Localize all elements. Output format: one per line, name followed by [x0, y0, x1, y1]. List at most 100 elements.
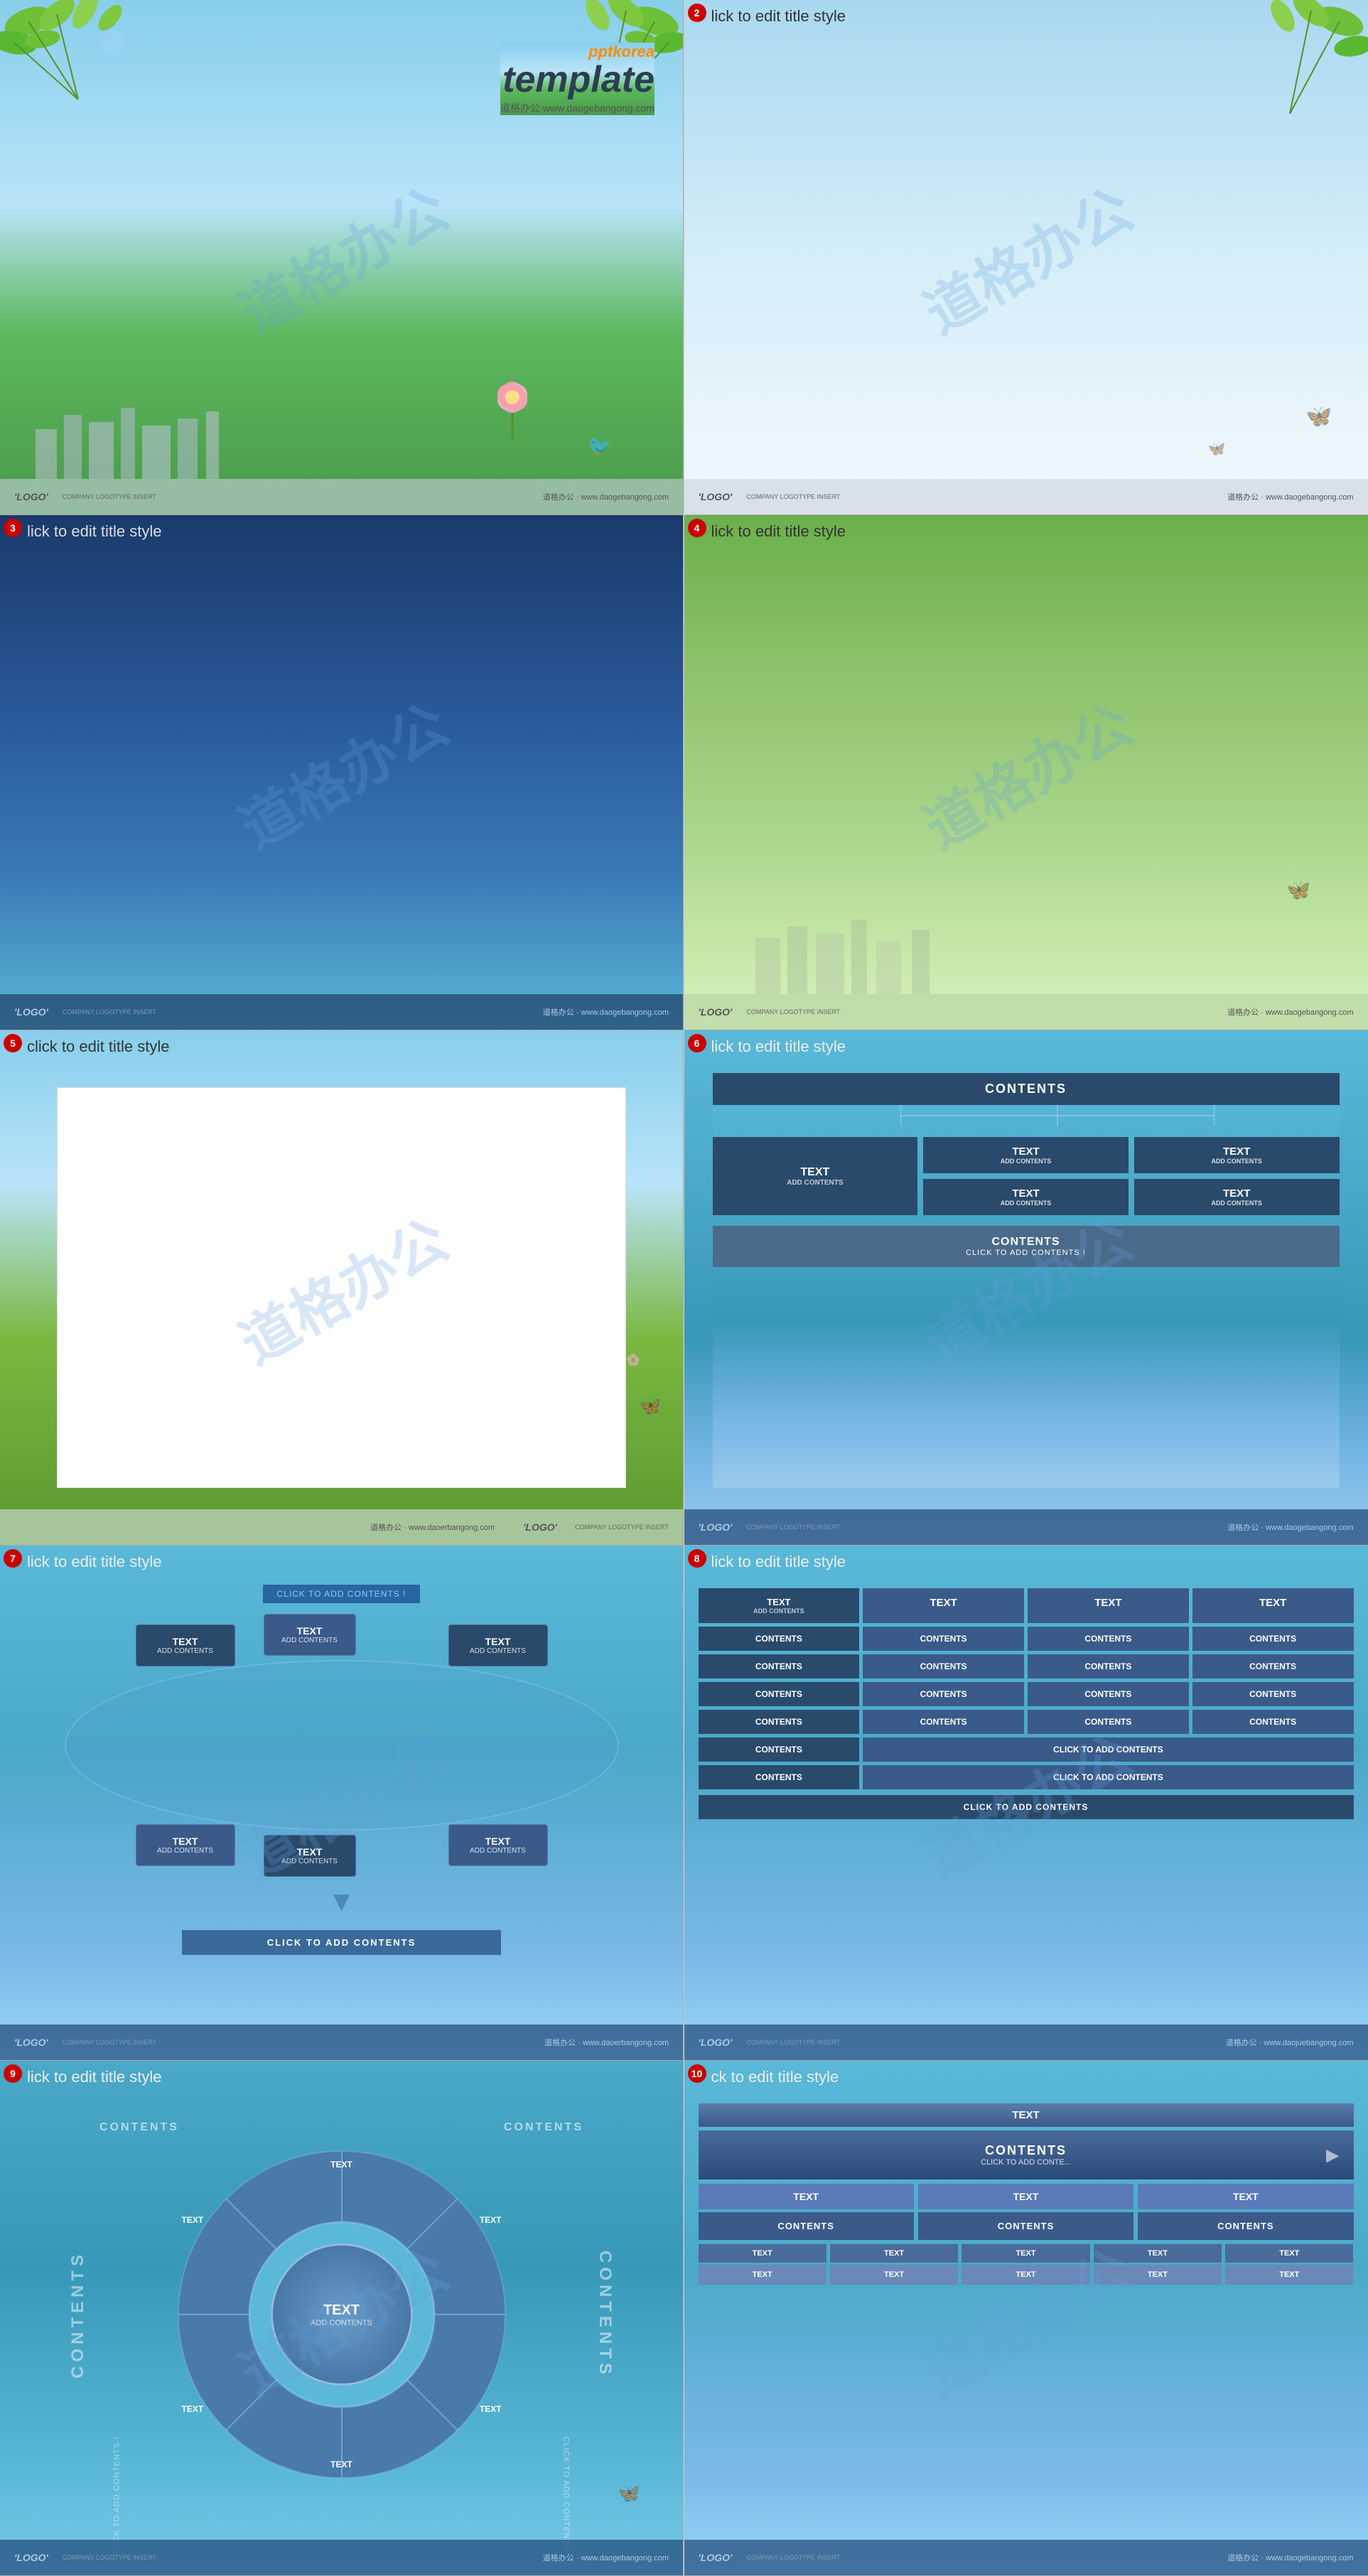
- tr4-c2[interactable]: CONTENTS: [863, 1710, 1024, 1734]
- sc-4-label[interactable]: TEXT: [1094, 2244, 1222, 2263]
- click-to-add-left: CLICK TO ADD CONTENTS !: [112, 2437, 121, 2557]
- logo-8: 'LOGO': [699, 2037, 733, 2048]
- bird-decoration: 🐦: [587, 434, 612, 458]
- logo-5: 'LOGO': [523, 1521, 557, 1533]
- col-a-label[interactable]: TEXT: [699, 2184, 914, 2209]
- slide-9: 9 lick to edit title style CONTENTS CONT…: [0, 2061, 684, 2576]
- sc-2-content[interactable]: TEXT: [830, 2265, 958, 2285]
- seg-br[interactable]: TEXT ADD CONTENTS: [448, 1824, 548, 1866]
- tr3-c2[interactable]: CONTENTS: [863, 1682, 1024, 1706]
- tr4-c4[interactable]: CONTENTS: [1192, 1710, 1354, 1734]
- tr2-c1[interactable]: CONTENTS: [699, 1654, 860, 1678]
- tr1-c1[interactable]: CONTENTS: [699, 1627, 860, 1651]
- slide-title-10[interactable]: ck to edit title style: [711, 2068, 839, 2086]
- logo-sub-7: COMPANY LOGOTYPE INSERT: [63, 2039, 156, 2046]
- sc-5-label[interactable]: TEXT: [1225, 2244, 1353, 2263]
- footer-label: CONTENTS: [723, 1236, 1330, 1249]
- sc-5-content[interactable]: TEXT: [1225, 2265, 1353, 2285]
- tr1-c4[interactable]: CONTENTS: [1192, 1627, 1354, 1651]
- th-3[interactable]: TEXT: [1028, 1588, 1189, 1623]
- th-1[interactable]: TEXT ADD CONTENTS: [699, 1588, 860, 1623]
- seg-tc[interactable]: TEXT ADD CONTENTS: [264, 1614, 356, 1656]
- slide-title-4[interactable]: lick to edit title style: [711, 522, 846, 541]
- top-banner[interactable]: TEXT: [699, 2103, 1354, 2127]
- sc-3-content[interactable]: TEXT: [962, 2265, 1089, 2285]
- col-b: TEXT CONTENTS: [918, 2184, 1133, 2240]
- city-silhouette: [0, 387, 683, 479]
- cell-1[interactable]: TEXT ADD CONTENTS: [713, 1137, 918, 1215]
- title-text-10: ck to edit title style: [711, 2068, 839, 2086]
- tr4-c1[interactable]: CONTENTS: [699, 1710, 860, 1734]
- tr5-rest[interactable]: CLICK TO ADD CONTENTS: [863, 1737, 1353, 1762]
- cell-3[interactable]: TEXT ADD CONTENTS: [923, 1179, 1129, 1215]
- slide-title-9[interactable]: lick to edit title style: [27, 2068, 162, 2086]
- watermark-text-3: 道格办公: [222, 680, 461, 865]
- butterfly-2b: 🦋: [1208, 440, 1226, 458]
- template-text: template: [500, 61, 655, 98]
- cell-5[interactable]: TEXT ADD CONTENTS: [1134, 1179, 1340, 1215]
- logo-7: 'LOGO': [14, 2037, 48, 2048]
- butterfly-9: 🦋: [618, 2482, 640, 2504]
- col-c-content[interactable]: CONTENTS: [1138, 2212, 1353, 2240]
- tr2-c3[interactable]: CONTENTS: [1028, 1654, 1189, 1678]
- slide-title-5[interactable]: click to edit title style: [27, 1038, 170, 1056]
- num-badge-4: 4: [688, 519, 706, 537]
- tr1-c3[interactable]: CONTENTS: [1028, 1627, 1189, 1651]
- watermark-3: 道格办公: [0, 515, 683, 1030]
- bottom-url-7: 道格办公 · www.daoerbangong.com: [544, 2037, 669, 2048]
- slide-title-3[interactable]: lick to edit title style: [27, 522, 162, 541]
- tr3-c4[interactable]: CONTENTS: [1192, 1682, 1354, 1706]
- tr1-c2[interactable]: CONTENTS: [863, 1627, 1024, 1651]
- slide-title-7[interactable]: lick to edit title style: [27, 1553, 162, 1571]
- slide-10: 10 ck to edit title style TEXT CONTENTS …: [684, 2061, 1368, 2576]
- seg-bl[interactable]: TEXT ADD CONTENTS: [136, 1824, 235, 1866]
- table-bottom-btn[interactable]: CLICK TO ADD CONTENTS: [699, 1795, 1354, 1819]
- bottom-btn-7[interactable]: CLICK TO ADD CONTENTS: [182, 1930, 502, 1955]
- sc-4: TEXT TEXT: [1094, 2244, 1222, 2285]
- butterfly-4: 🦋: [1286, 878, 1311, 902]
- tr5-c1[interactable]: CONTENTS: [699, 1737, 860, 1762]
- seg-bc[interactable]: TEXT ADD CONTENTS: [264, 1835, 356, 1877]
- tr2-c4[interactable]: CONTENTS: [1192, 1654, 1354, 1678]
- col-a-content[interactable]: CONTENTS: [699, 2212, 914, 2240]
- sc-1-label[interactable]: TEXT: [699, 2244, 826, 2263]
- seg-tl[interactable]: TEXT ADD CONTENTS: [136, 1624, 235, 1666]
- th-2[interactable]: TEXT: [863, 1588, 1024, 1623]
- slide-1: pptkorea template 道格办公 www.daogebangong.…: [0, 0, 684, 515]
- cell-2-sub: ADD CONTENTS: [929, 1158, 1123, 1165]
- logo-sub-2: COMPANY LOGOTYPE INSERT: [746, 493, 840, 500]
- tr6-rest[interactable]: CLICK TO ADD CONTENTS: [863, 1765, 1353, 1789]
- slide-title-2[interactable]: lick to edit title style: [711, 7, 846, 26]
- sc-2-label[interactable]: TEXT: [830, 2244, 958, 2263]
- tr3-c3[interactable]: CONTENTS: [1028, 1682, 1189, 1706]
- num-badge-10: 10: [688, 2064, 706, 2083]
- logo-10: 'LOGO': [699, 2552, 733, 2563]
- sc-3-label[interactable]: TEXT: [962, 2244, 1089, 2263]
- slide-title-8[interactable]: lick to edit title style: [711, 1553, 846, 1571]
- slide-title-6[interactable]: lick to edit title style: [711, 1038, 846, 1056]
- bottom-bar-6: 'LOGO' COMPANY LOGOTYPE INSERT 道格办公 · ww…: [684, 1509, 1368, 1545]
- click-to-add-7[interactable]: CLICK TO ADD CONTENTS !: [263, 1585, 421, 1603]
- tr2-c2[interactable]: CONTENTS: [863, 1654, 1024, 1678]
- sc-1-content[interactable]: TEXT: [699, 2265, 826, 2285]
- th-4[interactable]: TEXT: [1192, 1588, 1354, 1623]
- tr3-c1[interactable]: CONTENTS: [699, 1682, 860, 1706]
- col-b-content[interactable]: CONTENTS: [918, 2212, 1133, 2240]
- slide-10-content: TEXT CONTENTS CLICK TO ADD CONTE... ▶ TE…: [699, 2103, 1354, 2526]
- tr6-c1[interactable]: CONTENTS: [699, 1765, 860, 1789]
- main-btn[interactable]: CONTENTS CLICK TO ADD CONTE... ▶: [699, 2130, 1354, 2179]
- title-text-9: lick to edit title style: [27, 2068, 162, 2086]
- bottom-btn-area: CLICK TO ADD CONTENTS: [182, 1919, 502, 1955]
- tr4-c3[interactable]: CONTENTS: [1028, 1710, 1189, 1734]
- col-c-label[interactable]: TEXT: [1138, 2184, 1353, 2209]
- oval-bg: [65, 1660, 619, 1831]
- sc-4-content[interactable]: TEXT: [1094, 2265, 1222, 2285]
- slide-grid: pptkorea template 道格办公 www.daogebangong.…: [0, 0, 1368, 2576]
- contents-footer[interactable]: CONTENTS CLICK TO ADD CONTENTS !: [713, 1226, 1340, 1267]
- cell-4[interactable]: TEXT ADD CONTENTS: [1134, 1137, 1340, 1173]
- cell-2[interactable]: TEXT ADD CONTENTS: [923, 1137, 1129, 1173]
- seg-tr[interactable]: TEXT ADD CONTENTS: [448, 1624, 548, 1666]
- num-badge-6: 6: [688, 1034, 706, 1052]
- connector-area: [713, 1105, 1340, 1126]
- col-b-label[interactable]: TEXT: [918, 2184, 1133, 2209]
